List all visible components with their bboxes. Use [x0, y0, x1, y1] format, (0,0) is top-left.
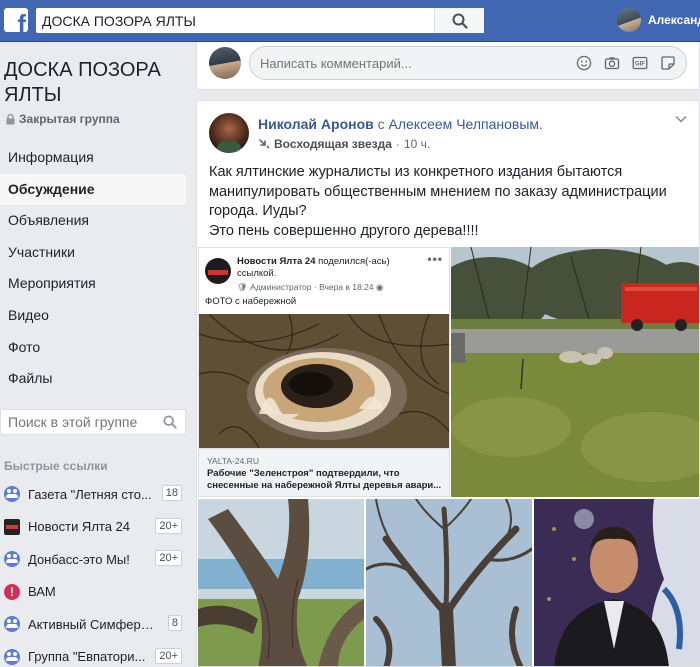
svg-text:GIF: GIF	[635, 62, 645, 68]
emoji-icon[interactable]	[576, 55, 592, 71]
quick-links-header: Быстрые ссылки	[4, 459, 108, 473]
quick-link-label: Активный Симферо...	[28, 616, 156, 632]
nav-item-announcements[interactable]: Объявления	[0, 205, 186, 237]
link-title: Рабочие "Зеленстроя" подтвердили, что сн…	[207, 468, 442, 491]
rising-star-icon	[259, 139, 270, 149]
post-card: Николай Аронов с Алексеем Челпановым. Во…	[196, 100, 700, 667]
post-text-line: манипулировать общественным мнением по з…	[209, 183, 667, 200]
comment-composer: GIF	[196, 42, 700, 90]
nav-item-files[interactable]: Файлы	[0, 363, 186, 395]
nav-item-photos[interactable]: Фото	[0, 332, 186, 364]
user-name[interactable]: Александ	[648, 13, 700, 27]
group-icon	[4, 648, 20, 665]
post-text-line: Это пень совершенно другого дерева!!!!	[209, 222, 479, 239]
bam-icon	[4, 583, 20, 600]
group-icon	[4, 551, 20, 568]
post-text-line: Как ялтинские журналисты из конкретного …	[209, 164, 623, 180]
nav-item-discussion[interactable]: Обсуждение	[0, 173, 186, 206]
logo-letter: f	[17, 9, 26, 32]
quick-link-count: 20+	[155, 647, 182, 664]
with-text: с	[377, 116, 385, 132]
search-button[interactable]	[434, 8, 484, 33]
news-icon	[4, 518, 20, 535]
stump-photo	[199, 314, 449, 448]
user-avatar[interactable]	[617, 8, 641, 32]
group-icon	[4, 486, 20, 503]
quick-link-count: 8	[167, 615, 182, 631]
post-meta: Восходящая звезда · 10 ч.	[258, 137, 430, 151]
news-page-logo	[205, 258, 231, 284]
post-author-line: Николай Аронов с Алексеем Челпановым.	[258, 116, 543, 132]
sticker-icon[interactable]	[660, 55, 676, 71]
shared-when: Вчера в 18:24	[319, 282, 374, 292]
quick-link-label: Газета "Летняя сто...	[28, 486, 152, 502]
nav-item-info[interactable]: Информация	[0, 142, 186, 174]
quick-link-item[interactable]: Новости Ялта 24 20+	[0, 511, 186, 544]
author-name-link[interactable]: Николай Аронов	[258, 116, 374, 132]
avatar[interactable]	[209, 47, 241, 79]
more-options-icon: •••	[427, 252, 443, 266]
post-time[interactable]: 10 ч.	[404, 137, 430, 151]
quick-link-item[interactable]: Группа "Евпатори... 20+	[0, 641, 186, 667]
group-search-input[interactable]	[1, 410, 151, 434]
shared-post-sub: 🛡 Администратор · Вчера в 18:24 ◉	[237, 282, 384, 292]
quick-link-count: 18	[161, 485, 182, 501]
group-privacy-label: Закрытая группа	[19, 112, 120, 126]
shared-link-preview: YALTA-24.RU Рабочие "Зеленстроя" подтвер…	[199, 448, 449, 496]
quick-link-item[interactable]: Донбасс-это Мы! 20+	[0, 543, 186, 576]
shared-caption: ФОТО с набережной	[205, 296, 297, 307]
search-input[interactable]	[36, 8, 436, 33]
post-photo-portrait[interactable]	[534, 499, 699, 666]
quick-link-item[interactable]: ВАМ	[0, 576, 186, 609]
admin-icon: 🛡	[237, 282, 248, 292]
group-search	[0, 409, 186, 435]
meta-separator: ·	[395, 137, 400, 151]
post-photo-park[interactable]	[451, 247, 699, 497]
post-text: Как ялтинские журналисты из конкретного …	[209, 163, 679, 241]
shared-page-name: Новости Ялта 24	[237, 256, 316, 267]
group-title[interactable]: ДОСКА ПОЗОРА ЯЛТЫ	[4, 58, 184, 108]
post-photo-tree-trunk[interactable]	[198, 499, 364, 666]
nav-item-members[interactable]: Участники	[0, 237, 186, 269]
comment-input-box: GIF	[249, 46, 687, 80]
nav-item-videos[interactable]: Видео	[0, 300, 186, 332]
nav-item-events[interactable]: Мероприятия	[0, 268, 186, 300]
search-box	[36, 8, 484, 33]
post-text-line: города. Иуды?	[209, 203, 307, 219]
group-privacy: Закрытая группа	[6, 112, 120, 126]
group-icon	[4, 616, 20, 633]
top-bar: f Александ	[0, 0, 700, 42]
group-nav: Информация Обсуждение Объявления Участни…	[0, 142, 186, 395]
link-domain: YALTA-24.RU	[207, 456, 259, 466]
gif-icon[interactable]: GIF	[632, 55, 648, 71]
quick-link-item[interactable]: Активный Симферо... 8	[0, 608, 186, 641]
shared-action: поделился(-ась)	[318, 256, 390, 267]
lock-icon	[6, 113, 15, 124]
quick-link-label: Донбасс-это Мы!	[28, 551, 130, 567]
quick-link-count: 20+	[155, 517, 182, 534]
search-icon[interactable]	[163, 415, 177, 429]
author-avatar[interactable]	[209, 113, 249, 153]
author-badge[interactable]: Восходящая звезда	[274, 137, 392, 151]
shared-role: Администратор	[250, 282, 312, 292]
post-photo-tree-canopy[interactable]	[366, 499, 532, 666]
comment-input[interactable]	[260, 47, 560, 79]
tagged-person-link[interactable]: Алексеем Челпановым.	[389, 116, 543, 132]
shared-post-title: Новости Ялта 24 поделился(-ась) ссылкой.	[237, 256, 427, 280]
quick-link-item[interactable]: Газета "Летняя сто... 18	[0, 478, 186, 511]
post-photo-shared-screenshot[interactable]: Новости Ялта 24 поделился(-ась) ссылкой. …	[198, 247, 450, 497]
quick-link-label: Новости Ялта 24	[28, 519, 131, 535]
quick-link-count: 20+	[155, 550, 182, 566]
camera-icon[interactable]	[604, 55, 620, 71]
quick-link-label: Группа "Евпатори...	[28, 649, 146, 665]
search-icon	[452, 13, 468, 29]
chevron-down-icon[interactable]	[675, 115, 687, 123]
facebook-logo-icon[interactable]: f	[4, 8, 28, 32]
quick-links-list: Газета "Летняя сто... 18 Новости Ялта 24…	[0, 478, 186, 667]
shared-action-2: ссылкой.	[237, 268, 277, 279]
quick-link-label: ВАМ	[28, 584, 56, 600]
globe-icon: ◉	[375, 282, 384, 292]
